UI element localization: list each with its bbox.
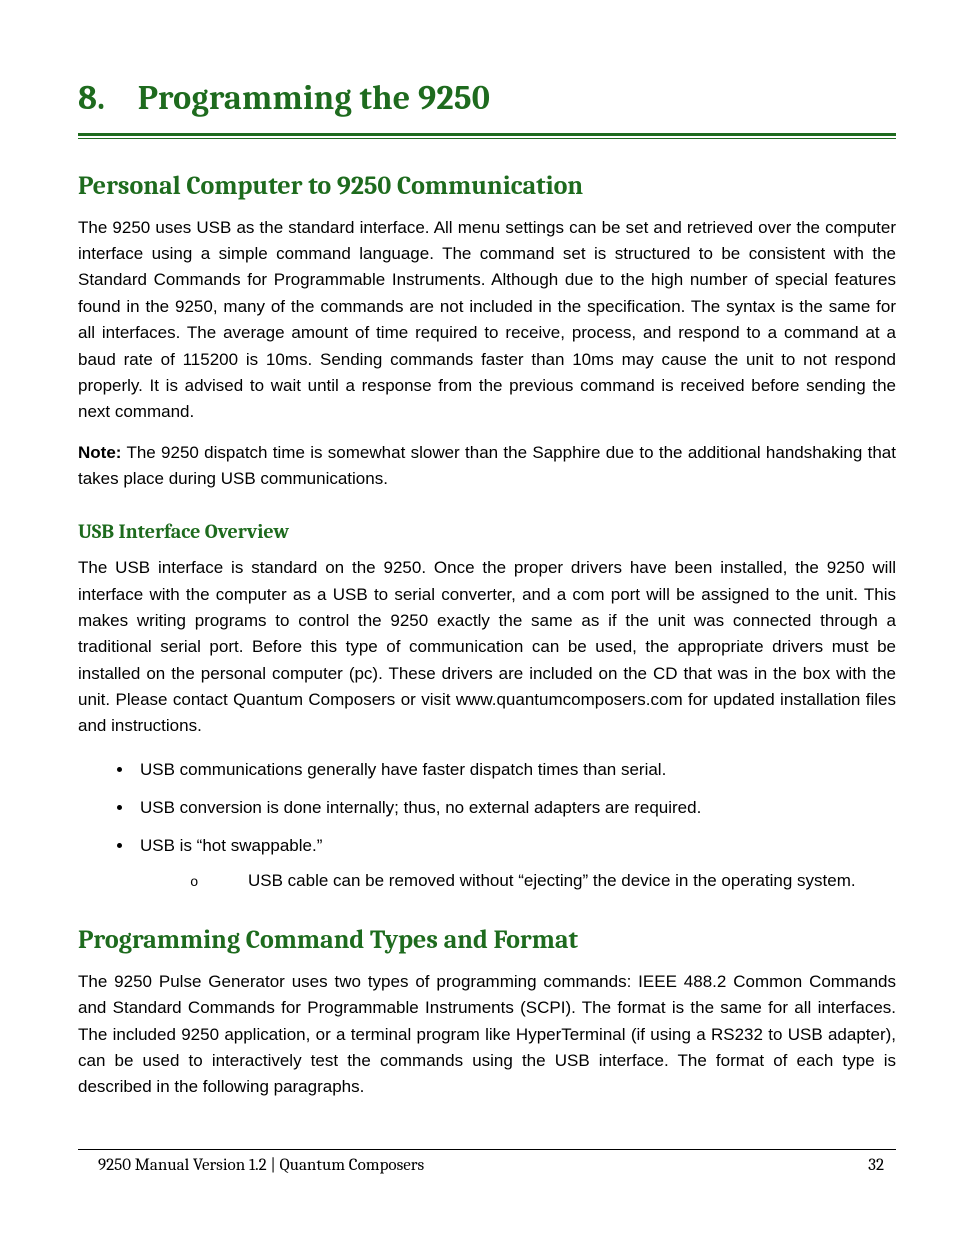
body-text: The 9250 uses USB as the standard interf… (78, 215, 896, 492)
note-text: The 9250 dispatch time is somewhat slowe… (78, 443, 896, 488)
paragraph: The 9250 uses USB as the standard interf… (78, 215, 896, 426)
note-paragraph: Note: The 9250 dispatch time is somewhat… (78, 440, 896, 493)
subsection-heading-usb: USB Interface Overview (78, 520, 896, 543)
page: 8. Programming the 9250 Personal Compute… (0, 0, 954, 1235)
chapter-number: 8. (78, 78, 130, 119)
chapter-heading: 8. Programming the 9250 (78, 78, 896, 119)
section-heading-communication: Personal Computer to 9250 Communication (78, 171, 896, 201)
list-item-text: USB is “hot swappable.” (140, 836, 322, 855)
paragraph: The USB interface is standard on the 925… (78, 555, 896, 739)
footer-left: 9250 Manual Version 1.2 | Quantum Compos… (78, 1156, 424, 1175)
bullet-list: USB communications generally have faster… (78, 754, 896, 897)
list-item: USB is “hot swappable.” USB cable can be… (134, 830, 896, 897)
page-number: 32 (868, 1156, 896, 1175)
body-text: The USB interface is standard on the 925… (78, 555, 896, 739)
chapter-title: Programming the 9250 (138, 78, 490, 118)
page-footer: 9250 Manual Version 1.2 | Quantum Compos… (78, 1149, 896, 1175)
body-text: The 9250 Pulse Generator uses two types … (78, 969, 896, 1101)
section-heading-command-types: Programming Command Types and Format (78, 925, 896, 955)
paragraph: The 9250 Pulse Generator uses two types … (78, 969, 896, 1101)
sub-list-item: USB cable can be removed without “ejecti… (202, 865, 896, 897)
list-item: USB communications generally have faster… (134, 754, 896, 786)
note-label: Note: (78, 443, 121, 462)
sub-list: USB cable can be removed without “ejecti… (140, 865, 896, 897)
heading-rule (78, 133, 896, 139)
list-item: USB conversion is done internally; thus,… (134, 792, 896, 824)
